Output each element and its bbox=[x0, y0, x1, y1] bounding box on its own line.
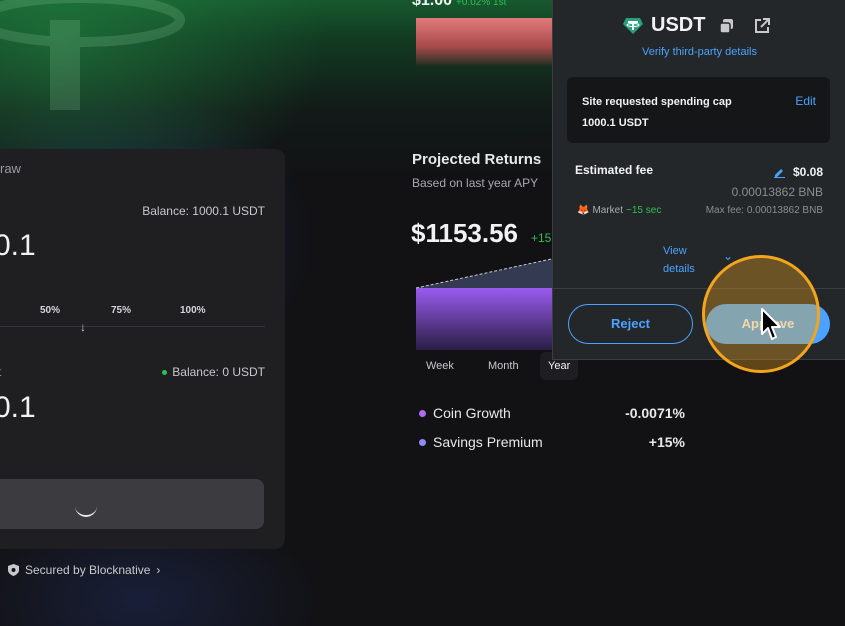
estimated-fee-usd: $0.08 bbox=[773, 165, 823, 179]
legend-coin-growth: Coin Growth bbox=[419, 405, 511, 421]
percent-50-button[interactable]: 50% bbox=[40, 305, 60, 316]
divider bbox=[0, 326, 265, 327]
mouse-cursor-icon bbox=[761, 308, 781, 340]
estimated-fee-label: Estimated fee bbox=[575, 163, 654, 177]
top-price-change: +0.02% 1st bbox=[456, 0, 507, 8]
projected-value: $1153.56 bbox=[411, 218, 519, 248]
percent-75-button[interactable]: 75% bbox=[111, 305, 131, 316]
swap-card: raw Balance: 1000.1 USDT 0.1 50% 75% 100… bbox=[0, 149, 285, 549]
shield-icon bbox=[8, 564, 19, 576]
spending-cap-label: Site requested spending cap bbox=[582, 96, 732, 108]
swap-card-second-label: t bbox=[0, 365, 1, 379]
secured-by-link[interactable]: Secured by Blocknative › bbox=[8, 563, 160, 577]
token-header: USDT bbox=[623, 14, 771, 37]
edit-pencil-icon[interactable] bbox=[773, 167, 785, 178]
projected-returns-chart bbox=[416, 257, 556, 350]
amount-input-bottom[interactable]: 0.1 bbox=[0, 391, 36, 425]
spending-cap-value: 1000.1 USDT bbox=[582, 117, 649, 129]
tether-token-icon bbox=[623, 17, 643, 34]
fox-icon: 🦊 bbox=[577, 205, 590, 216]
chevron-down-icon[interactable]: ⌄ bbox=[723, 249, 733, 263]
projected-change: +15 bbox=[531, 231, 552, 245]
max-fee: Max fee: 0.00013862 BNB bbox=[705, 205, 823, 216]
top-price: $1.00 +0.02% 1st bbox=[412, 0, 506, 10]
balance-bottom: Balance: 0 USDT bbox=[162, 365, 265, 379]
copy-icon[interactable] bbox=[719, 18, 735, 34]
token-name: USDT bbox=[651, 14, 706, 36]
swap-card-title: raw bbox=[0, 161, 21, 176]
loading-spinner-icon bbox=[75, 503, 97, 517]
market-speed[interactable]: 🦊 Market ~15 sec bbox=[577, 205, 661, 216]
coin-growth-area bbox=[416, 288, 556, 350]
percent-100-button[interactable]: 100% bbox=[180, 305, 206, 316]
tether-logo-watermark-icon bbox=[0, 0, 185, 110]
edit-spending-cap-button[interactable]: Edit bbox=[795, 94, 816, 108]
legend-coin-growth-value: -0.0071% bbox=[625, 405, 685, 421]
swap-submit-button[interactable] bbox=[0, 479, 264, 529]
external-link-icon[interactable] bbox=[753, 17, 771, 35]
balance-top: Balance: 1000.1 USDT bbox=[142, 204, 265, 218]
estimated-fee-bnb: 0.00013862 BNB bbox=[731, 185, 823, 199]
reject-button[interactable]: Reject bbox=[568, 304, 693, 344]
status-dot-icon bbox=[162, 370, 168, 376]
legend-savings-premium: Savings Premium bbox=[419, 434, 543, 450]
view-details-link[interactable]: View details bbox=[663, 242, 713, 278]
projected-returns-title: Projected Returns bbox=[412, 151, 542, 168]
market-time: ~15 sec bbox=[626, 205, 662, 216]
projected-returns-subtitle: Based on last year APY bbox=[412, 176, 539, 190]
top-price-chart bbox=[416, 18, 556, 66]
arrow-down-icon[interactable]: ↓ bbox=[80, 320, 86, 334]
spending-cap-box: Site requested spending cap 1000.1 USDT … bbox=[567, 77, 830, 143]
chevron-right-icon: › bbox=[156, 563, 161, 577]
legend-swatch bbox=[419, 409, 426, 417]
amount-input-top[interactable]: 0.1 bbox=[0, 229, 36, 263]
verify-third-party-link[interactable]: Verify third-party details bbox=[553, 46, 845, 58]
legend-savings-premium-value: +15% bbox=[648, 434, 685, 450]
legend-swatch bbox=[419, 438, 426, 446]
tab-month[interactable]: Month bbox=[488, 360, 519, 372]
percent-options: 50% 75% 100% bbox=[0, 305, 265, 327]
tab-week[interactable]: Week bbox=[426, 360, 454, 372]
